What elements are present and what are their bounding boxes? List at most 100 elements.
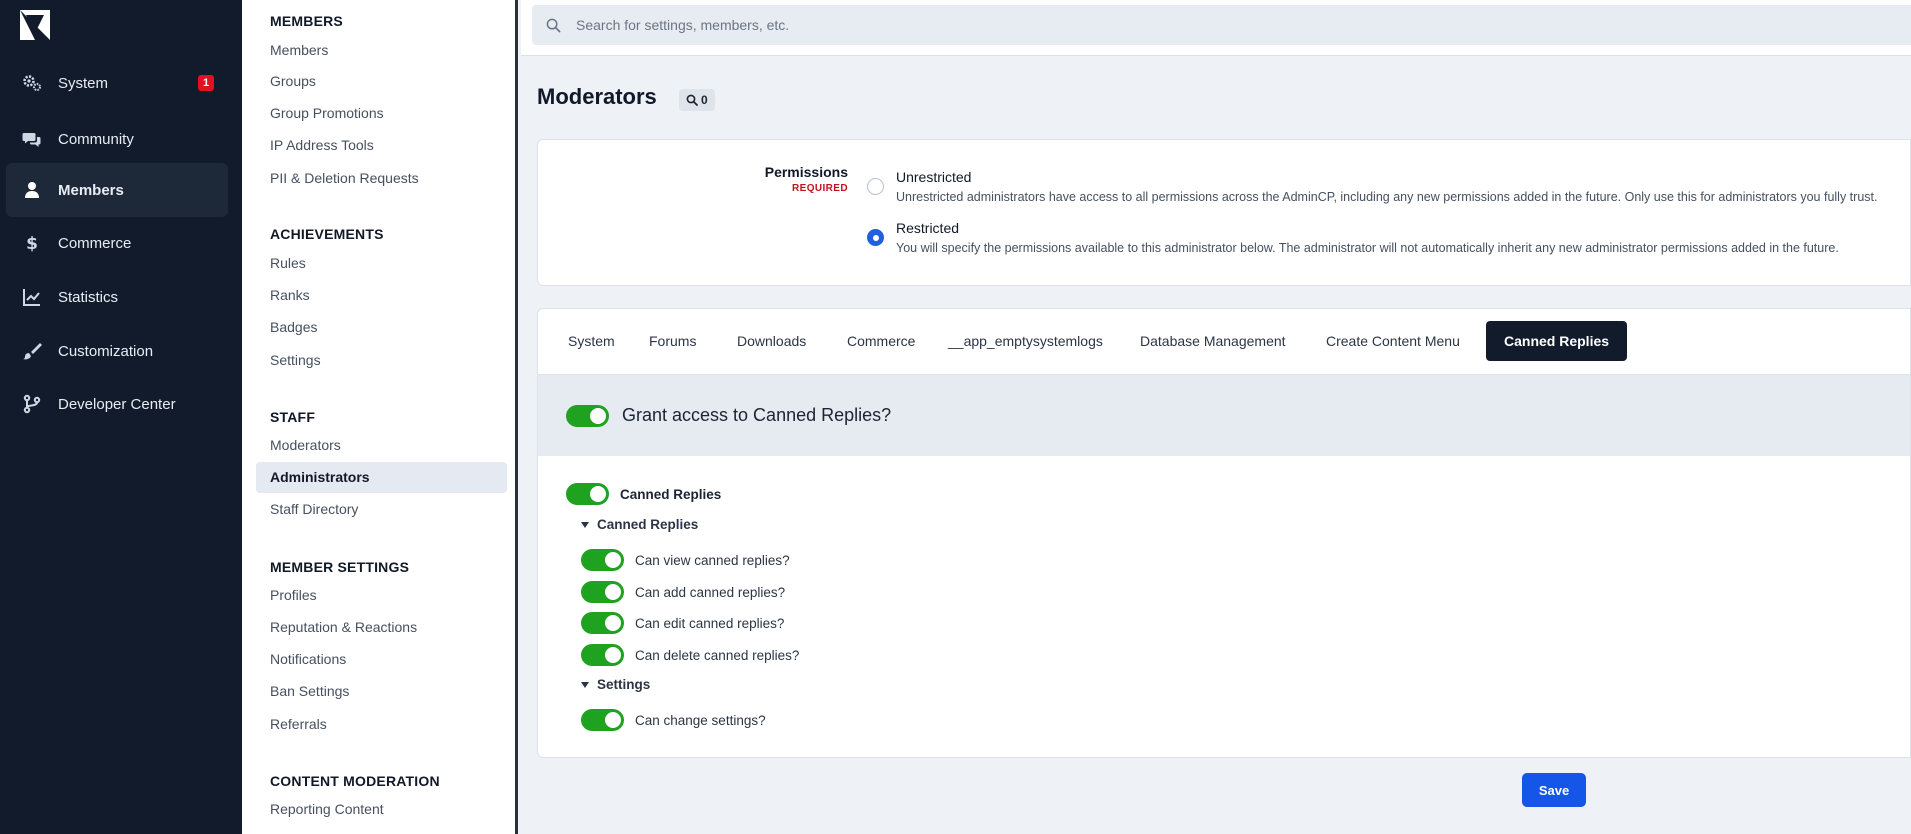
main-content: Moderators 0 Permissions REQUIRED Unrest… bbox=[521, 0, 1911, 834]
submenu-item-ban-settings[interactable]: Ban Settings bbox=[256, 676, 507, 707]
submenu-item-badges[interactable]: Badges bbox=[256, 312, 507, 343]
members-submenu: MEMBERS Members Groups Group Promotions … bbox=[242, 0, 518, 834]
module-toggle[interactable] bbox=[566, 483, 609, 505]
tab-database-management[interactable]: Database Management bbox=[1122, 321, 1304, 361]
permission-toggle[interactable] bbox=[581, 709, 624, 731]
tab-commerce[interactable]: Commerce bbox=[829, 321, 933, 361]
permission-label: Can change settings? bbox=[635, 712, 766, 728]
nav-statistics[interactable]: Statistics bbox=[6, 270, 228, 324]
radio-description: Unrestricted administrators have access … bbox=[896, 190, 1878, 204]
module-label: Canned Replies bbox=[620, 486, 722, 502]
grant-access-bar: Grant access to Canned Replies? bbox=[538, 375, 1910, 456]
nav-label: Commerce bbox=[58, 234, 132, 252]
caret-down-icon bbox=[581, 521, 589, 528]
permission-row: Can add canned replies? bbox=[581, 581, 785, 603]
notification-badge: 1 bbox=[198, 75, 214, 91]
tab-app-emptysystemlogs[interactable]: __app_emptysystemlogs bbox=[930, 321, 1121, 361]
permission-label: Can view canned replies? bbox=[635, 552, 790, 568]
submenu-item-groups[interactable]: Groups bbox=[256, 66, 507, 97]
nav-label: Members bbox=[58, 181, 124, 199]
radio-button[interactable] bbox=[867, 178, 884, 195]
radio-description: You will specify the permissions availab… bbox=[896, 241, 1839, 255]
submenu-item-group-promotions[interactable]: Group Promotions bbox=[256, 98, 507, 129]
form-footer: Save bbox=[537, 760, 1911, 822]
save-button[interactable]: Save bbox=[1522, 773, 1586, 807]
brush-icon bbox=[21, 340, 43, 362]
permission-toggle[interactable] bbox=[581, 612, 624, 634]
top-bar bbox=[521, 0, 1911, 56]
permission-label: Can delete canned replies? bbox=[635, 647, 800, 663]
tab-downloads[interactable]: Downloads bbox=[719, 321, 824, 361]
group-header-settings[interactable]: Settings bbox=[581, 677, 650, 692]
permission-row: Can view canned replies? bbox=[581, 549, 790, 571]
group-header-canned-replies[interactable]: Canned Replies bbox=[581, 517, 698, 532]
tab-create-content-menu[interactable]: Create Content Menu bbox=[1308, 321, 1478, 361]
svg-text:$: $ bbox=[26, 234, 38, 253]
submenu-item-ranks[interactable]: Ranks bbox=[256, 280, 507, 311]
submenu-item-ip-address-tools[interactable]: IP Address Tools bbox=[256, 130, 507, 161]
grant-access-label: Grant access to Canned Replies? bbox=[622, 405, 892, 425]
tab-forums[interactable]: Forums bbox=[631, 321, 714, 361]
submenu-heading: CONTENT MODERATION bbox=[270, 773, 440, 789]
permission-label: Can add canned replies? bbox=[635, 584, 786, 600]
submenu-item-staff-directory[interactable]: Staff Directory bbox=[256, 494, 507, 525]
submenu-item-reputation[interactable]: Reputation & Reactions bbox=[256, 612, 507, 643]
nav-members[interactable]: Members bbox=[6, 163, 228, 217]
submenu-item-pii-deletion[interactable]: PII & Deletion Requests bbox=[256, 163, 507, 194]
required-marker: REQUIRED bbox=[792, 183, 848, 194]
tab-system[interactable]: System bbox=[550, 321, 633, 361]
radio-restricted[interactable]: Restricted You will specify the permissi… bbox=[867, 220, 1839, 255]
submenu-item-moderators[interactable]: Moderators bbox=[256, 430, 507, 461]
search-icon bbox=[546, 18, 561, 32]
nav-system[interactable]: System 1 bbox=[6, 56, 228, 110]
submenu-heading: STAFF bbox=[270, 409, 316, 425]
nav-label: Customization bbox=[58, 342, 154, 360]
permissions-label-block: Permissions REQUIRED bbox=[765, 164, 848, 194]
submenu-item-referrals[interactable]: Referrals bbox=[256, 709, 507, 740]
search-input[interactable] bbox=[576, 17, 1776, 33]
permission-toggle[interactable] bbox=[581, 549, 624, 571]
submenu-heading: ACHIEVEMENTS bbox=[270, 226, 384, 242]
submenu-item-notifications[interactable]: Notifications bbox=[256, 644, 507, 675]
permission-row: Can delete canned replies? bbox=[581, 644, 799, 666]
radio-unrestricted[interactable]: Unrestricted Unrestricted administrators… bbox=[867, 169, 1877, 204]
permission-toggle[interactable] bbox=[581, 644, 624, 666]
permission-row: Can change settings? bbox=[581, 709, 766, 731]
module-toggle-row: Canned Replies bbox=[566, 483, 721, 505]
radio-title: Unrestricted bbox=[896, 169, 972, 185]
permission-label: Can edit canned replies? bbox=[635, 615, 785, 631]
submenu-item-rules[interactable]: Rules bbox=[256, 248, 507, 279]
group-label: Canned Replies bbox=[597, 517, 699, 532]
permissions-card: Permissions REQUIRED Unrestricted Unrest… bbox=[537, 139, 1911, 286]
nav-customization[interactable]: Customization bbox=[6, 324, 228, 378]
main-navigation-rail: System 1 Community Members $ Commerce St… bbox=[0, 0, 242, 834]
search-box[interactable] bbox=[532, 5, 1911, 45]
submenu-item-settings[interactable]: Settings bbox=[256, 345, 507, 376]
comments-icon bbox=[21, 128, 43, 150]
gears-icon bbox=[21, 72, 43, 94]
submenu-heading: MEMBER SETTINGS bbox=[270, 559, 410, 575]
permission-toggle[interactable] bbox=[581, 581, 624, 603]
logo-icon[interactable] bbox=[19, 9, 51, 41]
nav-community[interactable]: Community bbox=[6, 112, 228, 166]
grant-access-toggle[interactable] bbox=[566, 404, 609, 427]
permissions-label: Permissions bbox=[764, 164, 848, 180]
caret-down-icon bbox=[581, 681, 589, 688]
submenu-item-members[interactable]: Members bbox=[256, 35, 507, 66]
tab-canned-replies[interactable]: Canned Replies bbox=[1486, 321, 1628, 361]
permission-row: Can edit canned replies? bbox=[581, 612, 784, 634]
submenu-item-reporting-content[interactable]: Reporting Content bbox=[256, 794, 507, 825]
radio-button-selected[interactable] bbox=[867, 229, 884, 246]
submenu-item-administrators[interactable]: Administrators bbox=[256, 462, 507, 493]
nav-label: Statistics bbox=[58, 288, 119, 306]
nav-commerce[interactable]: $ Commerce bbox=[6, 216, 228, 270]
permissions-panel: System Forums Downloads Commerce __app_e… bbox=[537, 308, 1911, 758]
search-icon bbox=[686, 94, 698, 106]
nav-developer-center[interactable]: Developer Center bbox=[6, 377, 228, 431]
nav-label: System bbox=[58, 74, 109, 92]
nav-label: Developer Center bbox=[58, 395, 176, 413]
count-badge[interactable]: 0 bbox=[679, 89, 715, 111]
code-branch-icon bbox=[21, 393, 43, 415]
submenu-item-profiles[interactable]: Profiles bbox=[256, 580, 507, 611]
permission-tabs: System Forums Downloads Commerce __app_e… bbox=[538, 309, 1910, 375]
